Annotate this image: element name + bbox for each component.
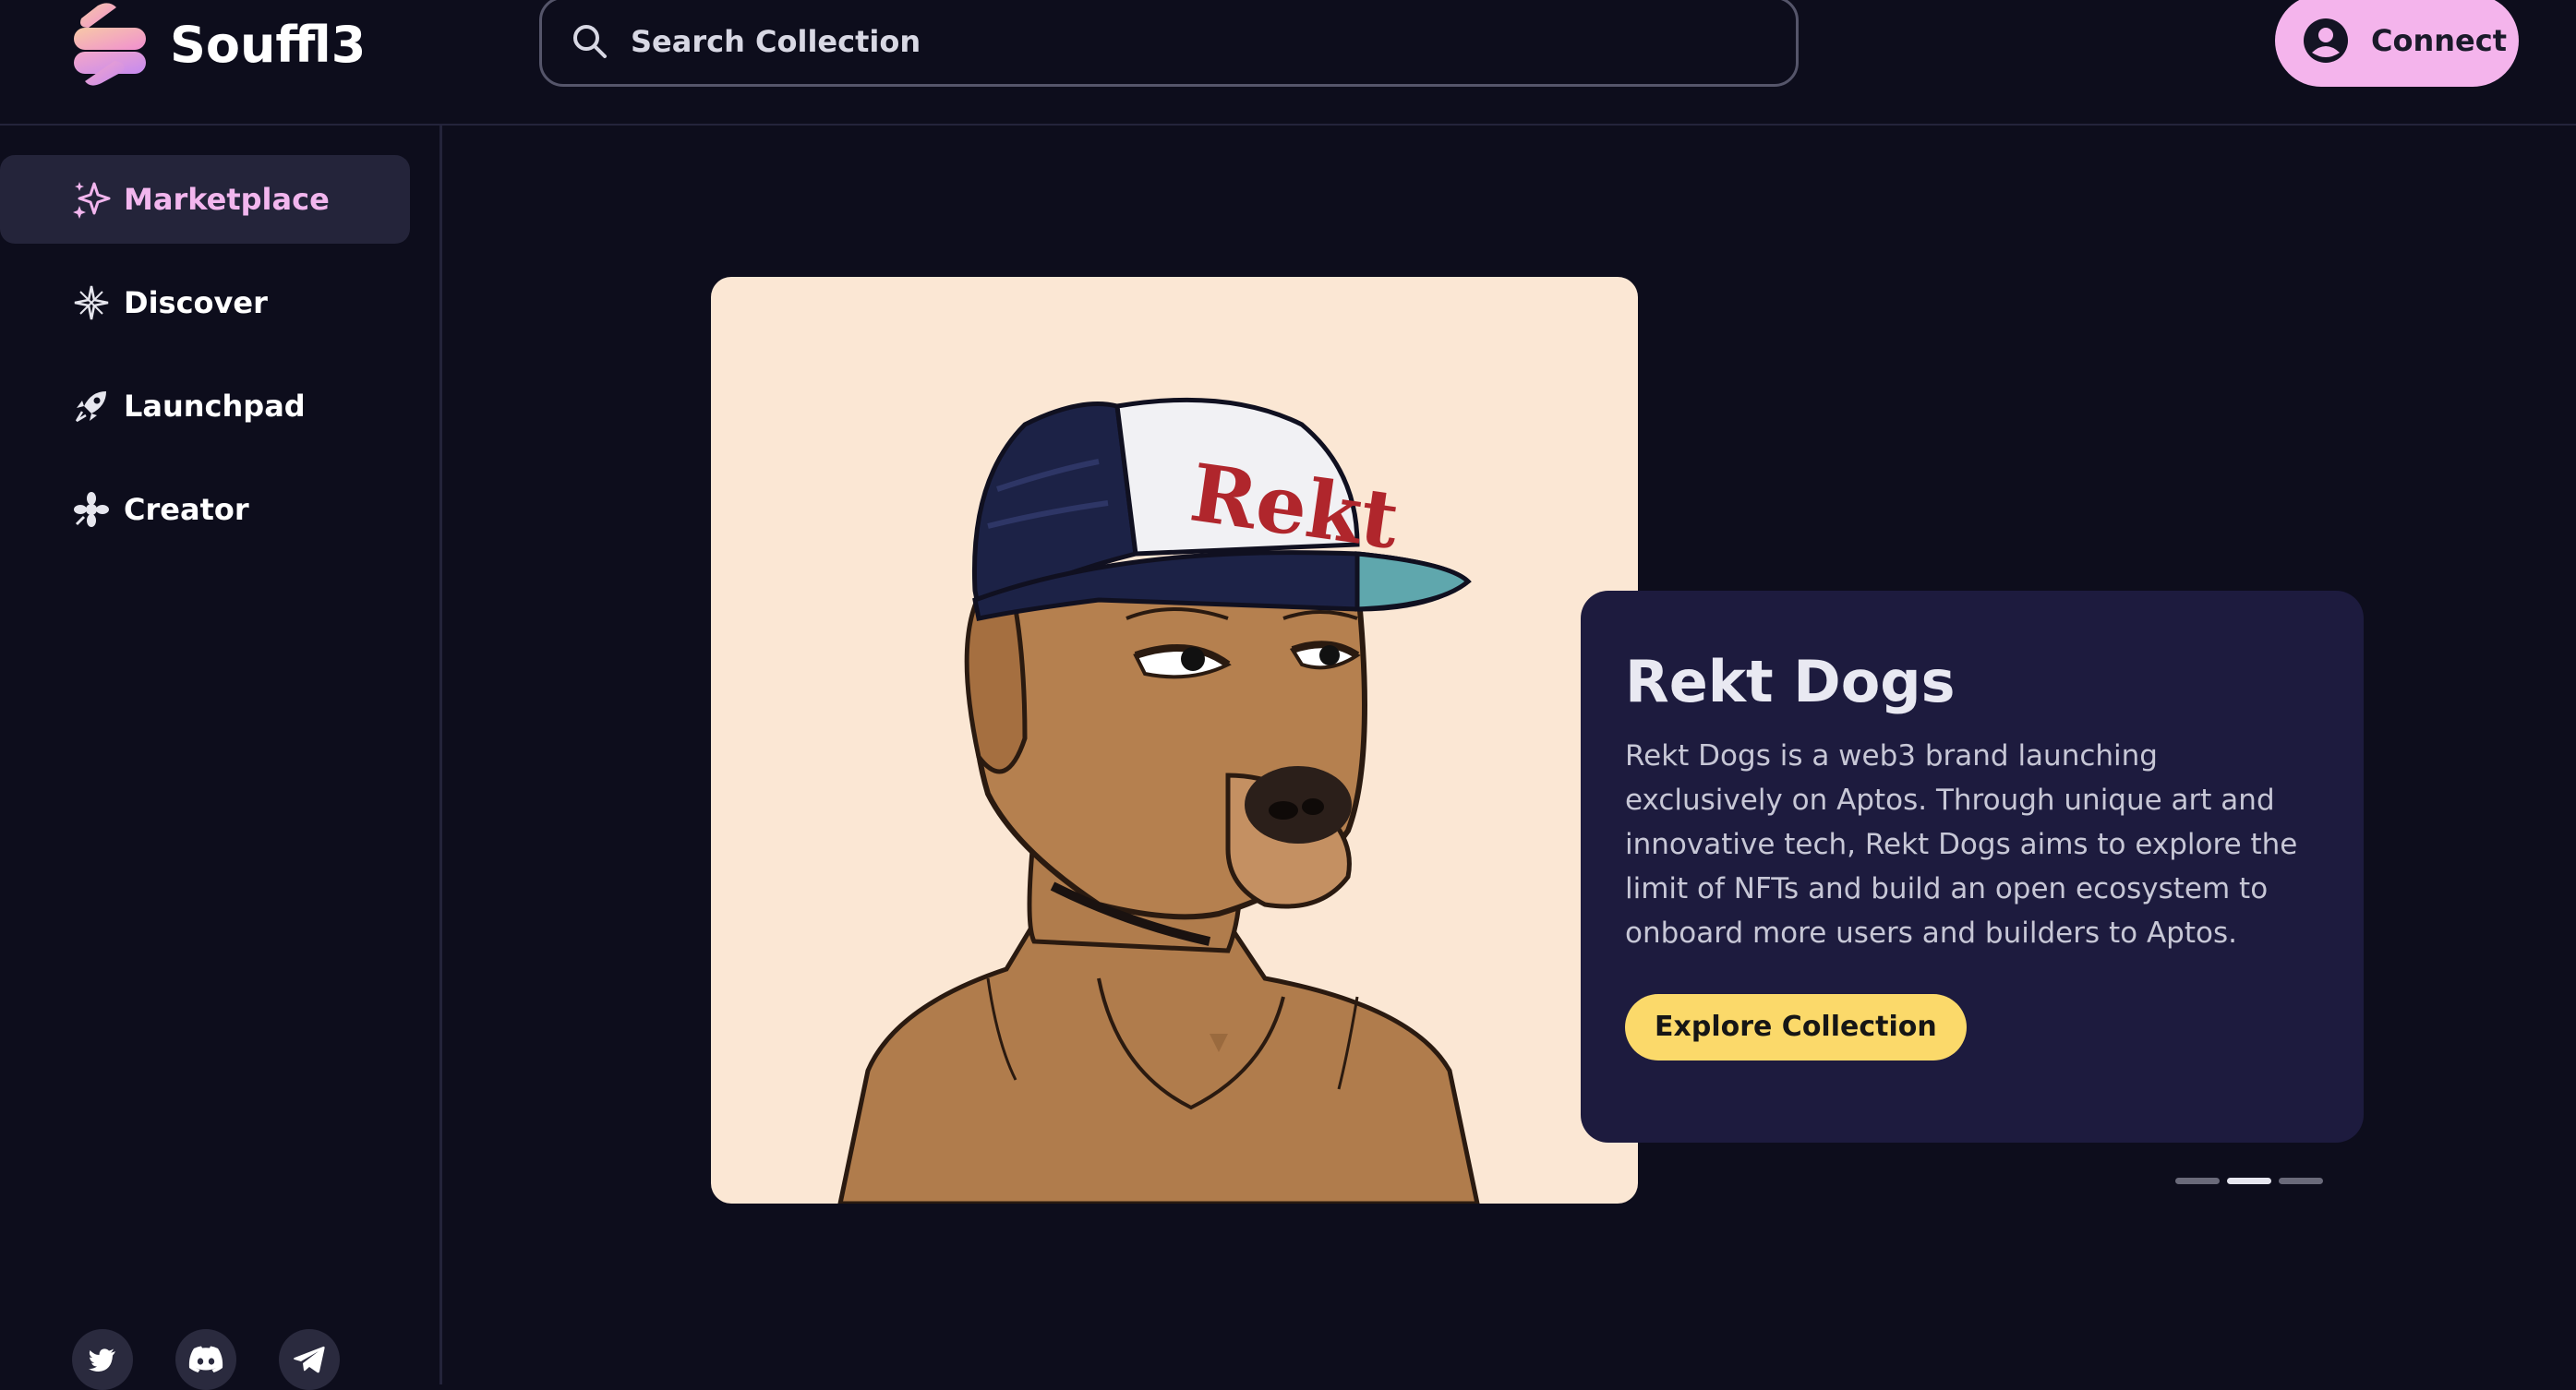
rocket-icon xyxy=(72,387,111,425)
sidebar: Marketplace Discover Launchpad Creator xyxy=(0,126,442,1390)
brand-logo[interactable]: Souffl3 xyxy=(70,0,366,89)
search-input[interactable] xyxy=(629,23,1694,60)
search-bar[interactable] xyxy=(539,0,1799,87)
carousel-dot[interactable] xyxy=(2279,1178,2323,1184)
sidebar-item-launchpad[interactable]: Launchpad xyxy=(0,362,410,450)
sparkles-icon xyxy=(72,180,111,219)
connect-label: Connect xyxy=(2371,23,2507,58)
sidebar-item-discover[interactable]: Discover xyxy=(0,258,410,347)
social-links xyxy=(72,1329,382,1390)
rekt-dog-artwork: Rekt xyxy=(837,397,1480,1204)
carousel-dot[interactable] xyxy=(2175,1178,2220,1184)
discord-link[interactable] xyxy=(175,1329,236,1390)
discord-icon xyxy=(188,1346,223,1372)
carousel-dot-active[interactable] xyxy=(2227,1178,2271,1184)
user-circle-icon xyxy=(2304,18,2348,63)
telegram-link[interactable] xyxy=(279,1329,340,1390)
sidebar-item-label: Creator xyxy=(124,492,249,527)
top-bar: Souffl3 Connect xyxy=(0,0,2576,126)
twitter-icon xyxy=(89,1348,115,1372)
search-icon xyxy=(573,25,607,58)
twitter-link[interactable] xyxy=(72,1329,133,1390)
collection-title: Rekt Dogs xyxy=(1625,648,1956,715)
sidebar-item-marketplace[interactable]: Marketplace xyxy=(0,155,410,244)
creator-icon xyxy=(72,490,111,529)
sidebar-item-label: Launchpad xyxy=(124,389,306,424)
connect-wallet-button[interactable]: Connect xyxy=(2275,0,2519,87)
sidebar-item-label: Marketplace xyxy=(124,182,330,217)
sidebar-item-label: Discover xyxy=(124,285,268,320)
souffl3-logo-icon xyxy=(74,3,146,86)
telegram-icon xyxy=(294,1346,325,1373)
brand-name: Souffl3 xyxy=(170,15,367,74)
sidebar-item-creator[interactable]: Creator xyxy=(0,465,410,554)
compass-star-icon xyxy=(72,283,111,322)
collection-description: Rekt Dogs is a web3 brand launching excl… xyxy=(1625,739,2298,950)
carousel-indicators xyxy=(2175,1178,2330,1184)
featured-collection-card: Rekt Dogs Rekt Dogs is a web3 brand laun… xyxy=(1581,591,2364,1143)
explore-collection-button[interactable]: Explore Collection xyxy=(1625,994,1967,1060)
featured-collection-image[interactable]: Rekt xyxy=(711,277,1638,1204)
